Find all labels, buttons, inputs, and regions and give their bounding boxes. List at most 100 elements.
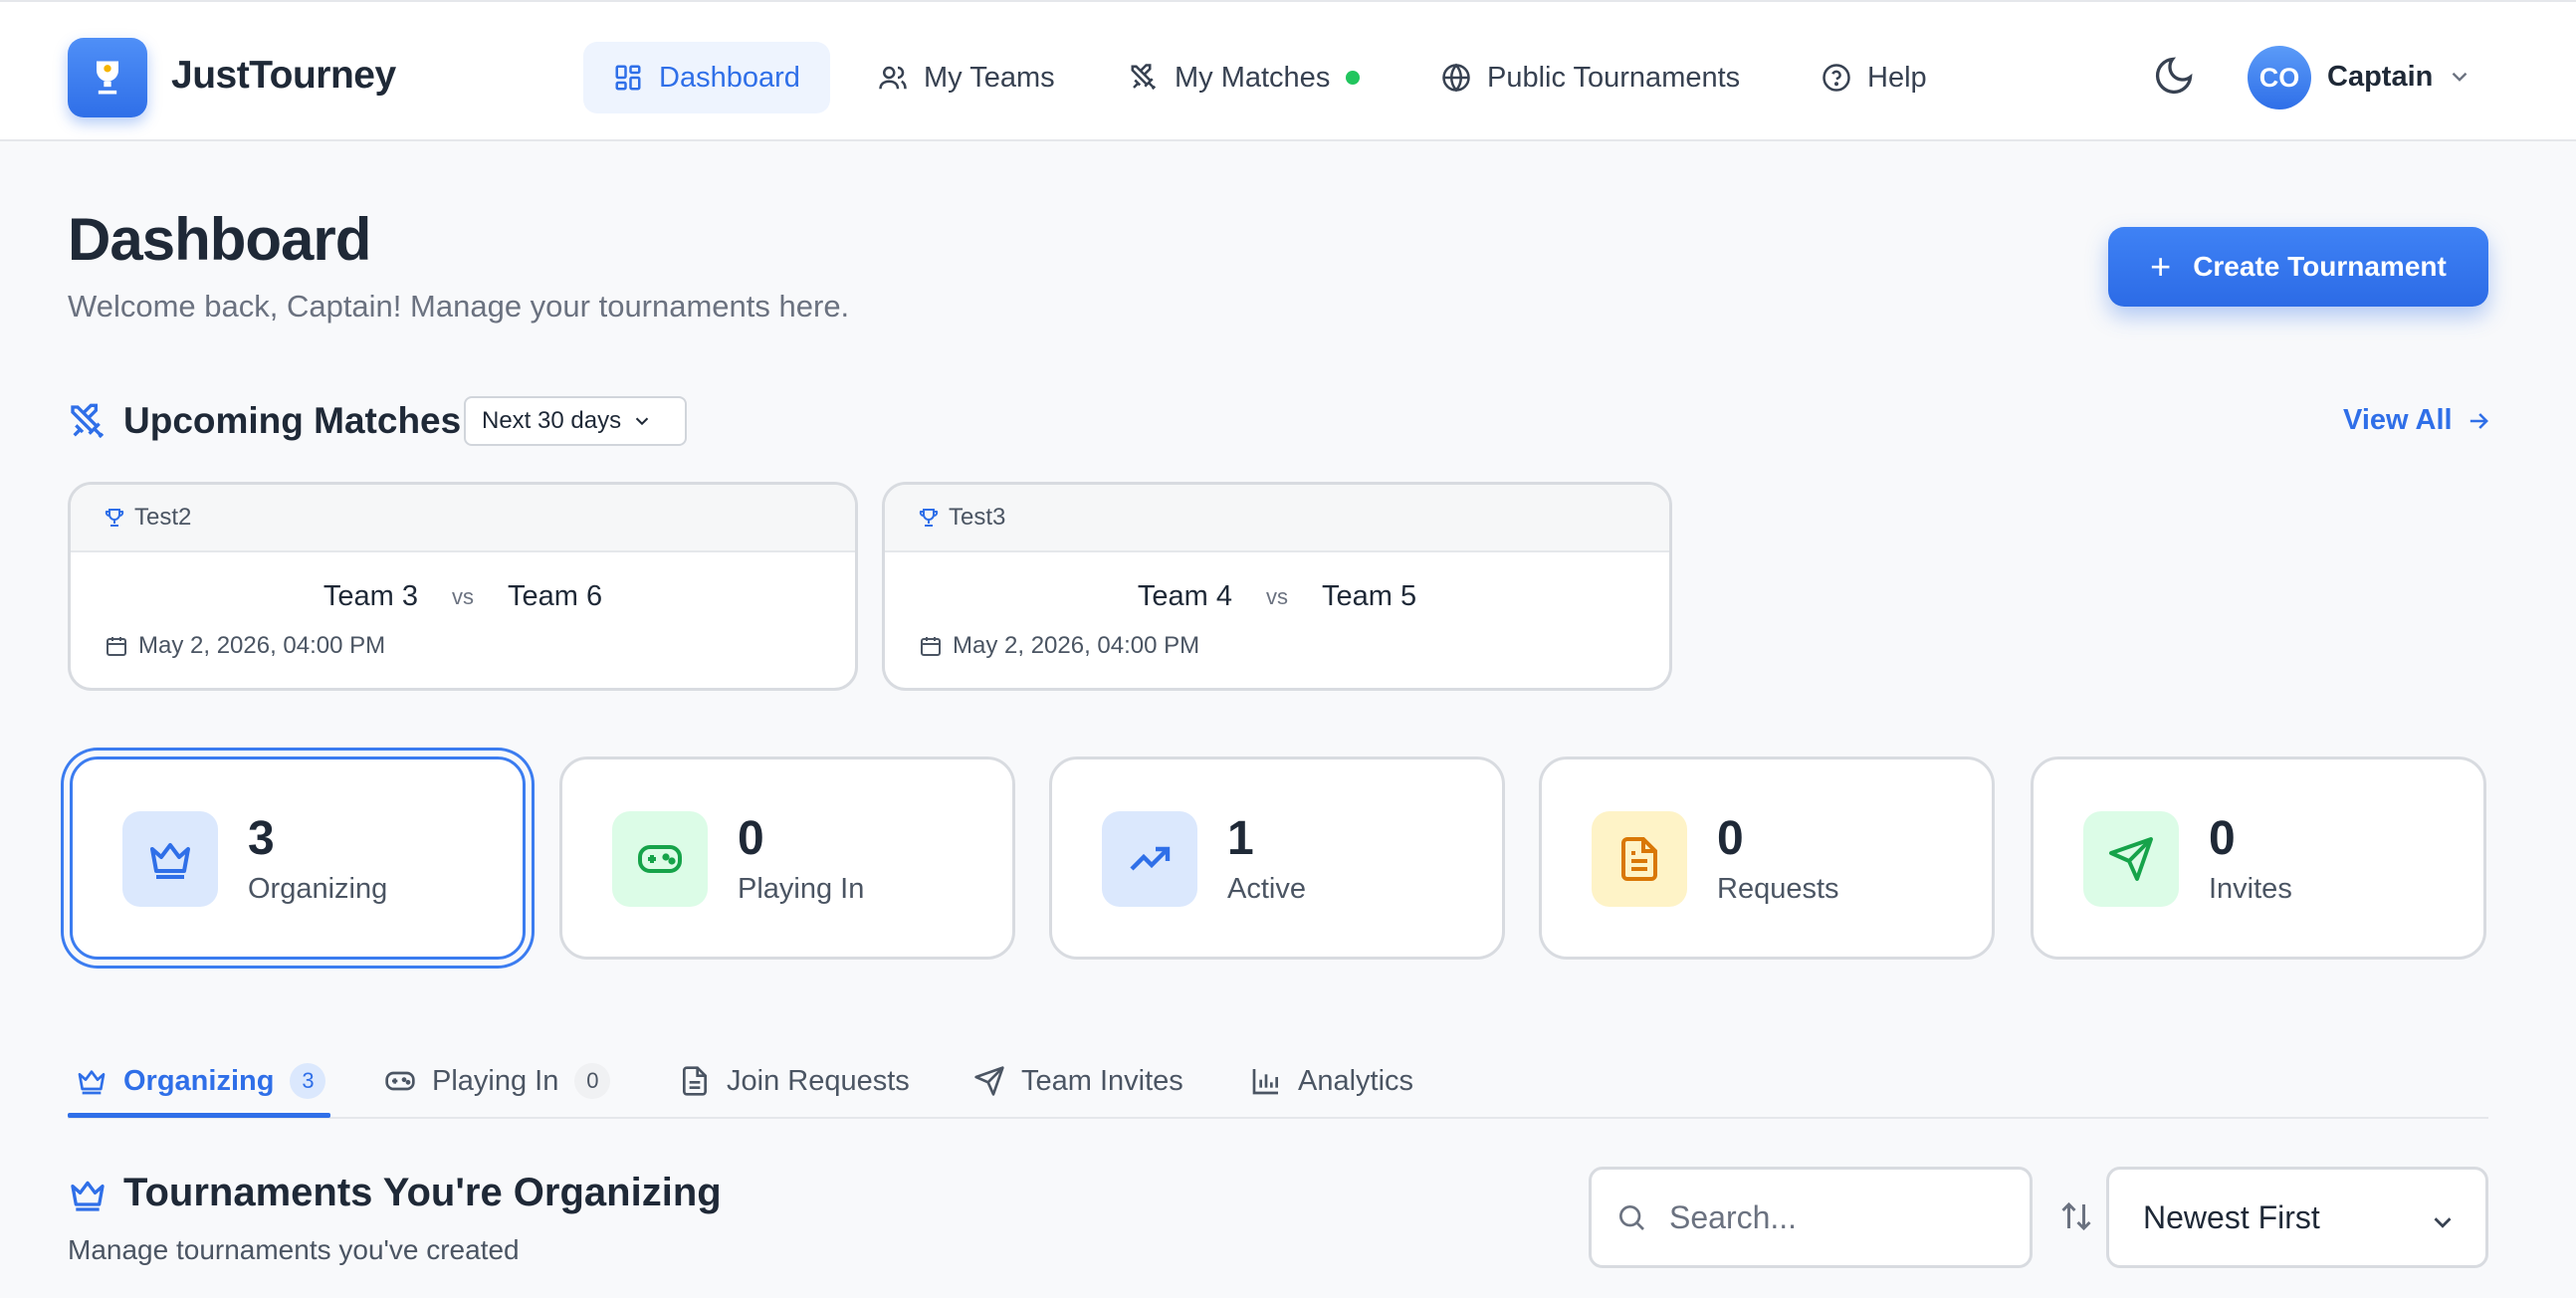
nav-my-matches[interactable]: My Matches bbox=[1099, 42, 1390, 113]
document-icon bbox=[683, 1066, 707, 1096]
stat-card-requests[interactable]: 0 Requests bbox=[1539, 757, 1995, 960]
crown-icon bbox=[71, 1181, 105, 1211]
tab-organizing[interactable]: Organizing 3 bbox=[76, 1045, 326, 1117]
document-icon bbox=[1621, 837, 1657, 881]
help-circle-icon bbox=[1823, 64, 1850, 92]
users-icon bbox=[879, 66, 907, 90]
stat-value: 3 bbox=[248, 812, 275, 865]
nav-my-teams-label: My Teams bbox=[924, 61, 1055, 94]
trending-up-icon bbox=[1130, 846, 1171, 871]
stat-label: Active bbox=[1227, 873, 1306, 905]
tournament-name: Test3 bbox=[949, 504, 1006, 531]
active-tab-indicator bbox=[68, 1113, 330, 1118]
search-field[interactable] bbox=[1589, 1167, 2033, 1268]
globe-icon bbox=[1442, 63, 1470, 93]
stat-value: 0 bbox=[1717, 812, 1744, 865]
page-subtitle: Welcome back, Captain! Manage your tourn… bbox=[68, 289, 850, 324]
send-icon bbox=[974, 1066, 1004, 1096]
match-card[interactable]: Test2 Team 3 vs Team 6 May 2, 2026, 04:0… bbox=[68, 482, 858, 691]
bar-chart-icon bbox=[1252, 1069, 1278, 1095]
section-title: Tournaments You're Organizing bbox=[123, 1171, 722, 1214]
user-avatar[interactable]: CO bbox=[2248, 46, 2311, 109]
stat-card-organizing[interactable]: 3 Organizing bbox=[70, 757, 526, 960]
match-card-header: Test3 bbox=[885, 485, 1669, 552]
tab-playing-in[interactable]: Playing In 0 bbox=[384, 1045, 611, 1117]
stat-card-invites[interactable]: 0 Invites bbox=[2031, 757, 2486, 960]
tournament-name: Test2 bbox=[134, 504, 192, 531]
team-b-name: Team 5 bbox=[1322, 580, 1417, 612]
team-b-name: Team 6 bbox=[508, 580, 603, 612]
match-date-text: May 2, 2026, 04:00 PM bbox=[138, 632, 386, 659]
view-all-link[interactable]: View All bbox=[2343, 404, 2492, 437]
dashboard-grid-icon bbox=[615, 65, 641, 91]
stat-icon-badge bbox=[612, 811, 708, 907]
tabs-divider bbox=[68, 1117, 2488, 1119]
crossed-swords-icon bbox=[71, 403, 105, 439]
tab-team-invites[interactable]: Team Invites bbox=[973, 1045, 1183, 1117]
match-card-header: Test2 bbox=[71, 485, 855, 552]
trophy-icon bbox=[919, 509, 939, 527]
stat-icon-badge bbox=[2083, 811, 2179, 907]
match-date: May 2, 2026, 04:00 PM bbox=[105, 632, 385, 660]
app-name[interactable]: JustTourney bbox=[171, 54, 396, 98]
page-title: Dashboard bbox=[68, 206, 371, 273]
nav-my-teams[interactable]: My Teams bbox=[848, 42, 1085, 113]
create-tournament-button[interactable]: + Create Tournament bbox=[2108, 227, 2488, 307]
match-card[interactable]: Test3 Team 4 vs Team 5 May 2, 2026, 04:0… bbox=[882, 482, 1672, 691]
tab-join-requests[interactable]: Join Requests bbox=[679, 1045, 910, 1117]
match-date: May 2, 2026, 04:00 PM bbox=[919, 632, 1199, 660]
plus-icon: + bbox=[2150, 246, 2172, 287]
versus-label: vs bbox=[452, 583, 474, 609]
nav-public-tournaments-label: Public Tournaments bbox=[1487, 61, 1741, 94]
stat-card-active[interactable]: 1 Active bbox=[1049, 757, 1505, 960]
app-logo[interactable] bbox=[68, 38, 147, 117]
tab-organizing-label: Organizing bbox=[123, 1064, 275, 1097]
tab-playing-in-label: Playing In bbox=[432, 1064, 559, 1097]
tab-analytics-label: Analytics bbox=[1298, 1064, 1414, 1097]
match-teams: Team 3 vs Team 6 bbox=[71, 580, 855, 613]
crossed-swords-icon bbox=[1131, 64, 1157, 91]
create-tournament-label: Create Tournament bbox=[2193, 251, 2447, 282]
tab-join-requests-label: Join Requests bbox=[727, 1064, 910, 1097]
match-date-text: May 2, 2026, 04:00 PM bbox=[953, 632, 1200, 659]
nav-dashboard[interactable]: Dashboard bbox=[583, 42, 830, 113]
sort-icon[interactable] bbox=[2058, 1198, 2094, 1234]
stat-label: Organizing bbox=[248, 873, 388, 905]
nav-help[interactable]: Help bbox=[1792, 42, 1957, 113]
chevron-down-icon[interactable] bbox=[2447, 64, 2472, 90]
nav-help-label: Help bbox=[1867, 61, 1927, 94]
versus-label: vs bbox=[1266, 583, 1288, 609]
search-input[interactable] bbox=[1669, 1198, 2008, 1236]
tab-analytics[interactable]: Analytics bbox=[1250, 1045, 1413, 1117]
stat-icon-badge bbox=[1102, 811, 1197, 907]
match-teams: Team 4 vs Team 5 bbox=[885, 580, 1669, 613]
tab-count-badge: 0 bbox=[574, 1063, 611, 1099]
chevron-down-icon bbox=[635, 417, 649, 426]
calendar-icon bbox=[107, 637, 126, 656]
section-subtitle: Manage tournaments you've created bbox=[68, 1234, 520, 1265]
live-status-dot bbox=[1346, 71, 1361, 85]
stat-icon-badge bbox=[1592, 811, 1687, 907]
upcoming-matches-title: Upcoming Matches bbox=[123, 400, 462, 441]
stat-card-playing-in[interactable]: 0 Playing In bbox=[559, 757, 1015, 960]
nav-dashboard-label: Dashboard bbox=[659, 61, 800, 94]
trophy-icon bbox=[105, 509, 124, 527]
stat-label: Requests bbox=[1717, 873, 1839, 905]
crown-icon bbox=[150, 843, 190, 879]
top-navigation-bar: JustTourney Dashboard My Teams My Matche… bbox=[0, 0, 2576, 141]
stat-value: 0 bbox=[2209, 812, 2236, 865]
sort-order-select[interactable]: Newest First bbox=[2106, 1167, 2488, 1268]
arrow-right-icon bbox=[2469, 412, 2488, 429]
theme-toggle-button[interactable] bbox=[2152, 54, 2200, 102]
crown-icon bbox=[78, 1070, 106, 1095]
date-range-select[interactable]: Next 30 days bbox=[464, 396, 687, 446]
moon-icon bbox=[2155, 57, 2193, 95]
view-all-label: View All bbox=[2343, 404, 2453, 436]
nav-public-tournaments[interactable]: Public Tournaments bbox=[1411, 42, 1770, 113]
stat-label: Playing In bbox=[738, 873, 865, 905]
sort-order-value: Newest First bbox=[2143, 1198, 2320, 1235]
user-name[interactable]: Captain bbox=[2327, 61, 2433, 94]
gamepad-icon bbox=[385, 1071, 415, 1091]
search-icon bbox=[1619, 1205, 1644, 1230]
calendar-icon bbox=[921, 637, 941, 656]
